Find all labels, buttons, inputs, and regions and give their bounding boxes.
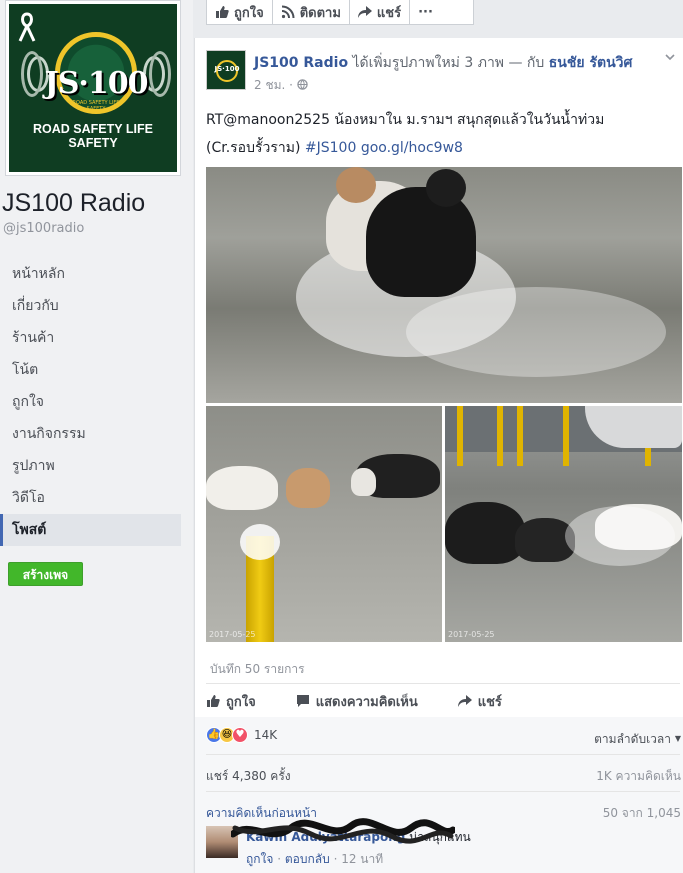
reactions-summary[interactable]: 👍 😆 ♥ 14K xyxy=(206,727,277,743)
comment-like-link[interactable]: ถูกใจ xyxy=(246,852,273,866)
post-action-text: ได้เพิ่มรูปภาพใหม่ 3 ภาพ — กับ xyxy=(352,55,545,71)
water-splash xyxy=(565,506,675,566)
post-actions: ถูกใจ แสดงความคิดเห็น แชร์ xyxy=(206,690,680,712)
follow-rss-icon xyxy=(281,5,295,19)
bollard xyxy=(457,406,463,466)
divider xyxy=(206,754,680,755)
share-arrow-icon xyxy=(357,6,372,18)
dog xyxy=(286,468,330,508)
nav-item-videos[interactable]: วิดีโอ xyxy=(0,482,181,514)
post-options-chevron-icon[interactable] xyxy=(665,52,675,62)
post-share-label: แชร์ xyxy=(477,694,502,710)
reaction-count: 14K xyxy=(254,728,278,742)
caret-down-icon: ▼ xyxy=(674,734,681,743)
post-card: JS·100 JS100 Radio ได้เพิ่มรูปภาพใหม่ 3 … xyxy=(194,38,683,873)
black-dog-head xyxy=(426,169,466,207)
post-author-name[interactable]: JS100 Radio xyxy=(254,55,348,71)
water-splash xyxy=(406,287,666,377)
saves-count[interactable]: บันทึก 50 รายการ xyxy=(210,660,305,679)
page-like-label: ถูกใจ xyxy=(234,5,264,21)
post-body-text: RT@manoon2525 น้องหมาใน ม.รามฯ สนุกสุดแล… xyxy=(206,106,676,162)
cover-slogan: ROAD SAFETY LIFE SAFETY xyxy=(33,122,153,150)
post-photo-2[interactable]: 2017-05-25 xyxy=(206,406,442,642)
avatar-logo-text: JS·100 xyxy=(214,65,240,73)
nav-item-posts[interactable]: โพสต์ xyxy=(0,514,181,546)
page-profile-picture[interactable]: JS·100 ROAD SAFETY LIFE SAFETY ROAD SAFE… xyxy=(5,0,181,176)
js100-logo: JS·100 ROAD SAFETY LIFE SAFETY ROAD SAFE… xyxy=(9,4,177,172)
share-arrow-icon xyxy=(457,695,472,707)
dog xyxy=(206,466,278,510)
post-text-line-1: RT@manoon2525 น้องหมาใน ม.รามฯ สนุกสุดแล… xyxy=(206,112,605,128)
shares-count[interactable]: แชร์ 4,380 ครั้ง xyxy=(206,767,291,786)
more-dots-icon: ··· xyxy=(418,4,433,20)
nav-item-shop[interactable]: ร้านค้า xyxy=(0,322,181,354)
bollard xyxy=(497,406,503,466)
thumbs-up-icon xyxy=(207,695,220,707)
comment-bubble-icon xyxy=(296,695,309,707)
photo-timestamp: 2017-05-25 xyxy=(448,630,495,639)
nav-item-photos[interactable]: รูปภาพ xyxy=(0,450,181,482)
nav-item-home[interactable]: หน้าหลัก xyxy=(0,258,181,290)
nav-item-events[interactable]: งานกิจกรรม xyxy=(0,418,181,450)
divider xyxy=(206,791,680,792)
post-meta: 2 ชม. · xyxy=(254,76,308,95)
post-separator: · xyxy=(289,78,297,92)
create-page-button[interactable]: สร้างเพจ xyxy=(8,562,83,586)
post-comment-label: แสดงความคิดเห็น xyxy=(315,694,418,710)
dot-separator: · xyxy=(277,852,285,866)
page-name[interactable]: JS100 Radio xyxy=(2,189,145,218)
nav-item-notes[interactable]: โน้ต xyxy=(0,354,181,386)
post-text-line-2: (Cr.รอบรั้วราม) #JS100 goo.gl/hoc9w8 xyxy=(206,134,676,162)
dog xyxy=(351,468,376,496)
comments-pager: 50 จาก 1,045 xyxy=(602,806,681,820)
page-more-button[interactable]: ··· xyxy=(410,0,441,24)
thumbs-up-icon xyxy=(216,6,229,18)
white-dog-head xyxy=(336,167,376,203)
bollard xyxy=(517,406,523,466)
post-credit: (Cr.รอบรั้วราม) xyxy=(206,140,301,156)
page-like-button[interactable]: ถูกใจ xyxy=(207,0,273,24)
sort-label: ตามลำดับเวลา xyxy=(594,732,672,746)
photo-timestamp: 2017-05-25 xyxy=(209,630,256,639)
comments-count[interactable]: 1K ความคิดเห็น xyxy=(596,767,681,786)
mourning-ribbon-icon xyxy=(18,12,36,42)
post-hashtag[interactable]: #JS100 xyxy=(305,140,356,156)
post-timestamp[interactable]: 2 ชม. xyxy=(254,78,285,92)
comment-actions: ถูกใจ · ตอบกลับ · 12 นาที xyxy=(246,850,383,869)
page-follow-label: ติดตาม xyxy=(299,5,341,21)
dog xyxy=(445,502,525,564)
post-author-avatar[interactable]: JS·100 xyxy=(206,50,246,90)
bollard xyxy=(563,406,569,466)
post-share-button[interactable]: แชร์ xyxy=(457,690,502,712)
page-follow-button[interactable]: ติดตาม xyxy=(273,0,350,24)
post-photo-3[interactable]: 2017-05-25 xyxy=(445,406,682,642)
pole-cap xyxy=(240,524,280,560)
love-reaction-icon: ♥ xyxy=(232,727,248,743)
comment-sort-dropdown[interactable]: ตามลำดับเวลา ▼ xyxy=(594,730,681,749)
redaction-scribble xyxy=(231,818,455,844)
page-share-button[interactable]: แชร์ xyxy=(350,0,411,24)
post-photo-main[interactable] xyxy=(206,167,682,403)
left-sidebar: JS·100 ROAD SAFETY LIFE SAFETY ROAD SAFE… xyxy=(0,0,193,873)
nav-item-likes[interactable]: ถูกใจ xyxy=(0,386,181,418)
post-header: JS100 Radio ได้เพิ่มรูปภาพใหม่ 3 ภาพ — ก… xyxy=(254,52,632,74)
nav-item-about[interactable]: เกี่ยวกับ xyxy=(0,290,181,322)
post-like-label: ถูกใจ xyxy=(226,694,256,710)
post-link[interactable]: goo.gl/hoc9w8 xyxy=(361,140,463,156)
logo-text: JS·100 xyxy=(44,66,149,101)
post-like-button[interactable]: ถูกใจ xyxy=(206,690,256,712)
page-nav: หน้าหลัก เกี่ยวกับ ร้านค้า โน้ต ถูกใจ งา… xyxy=(0,258,181,546)
post-comment-button[interactable]: แสดงความคิดเห็น xyxy=(296,690,418,712)
page-action-bar: ถูกใจ ติดตาม แชร์ ··· xyxy=(206,0,474,25)
logo-subtext: ROAD SAFETY LIFE SAFETY xyxy=(72,100,120,112)
post-tagged-person[interactable]: ธนชัย รัตนวิศ xyxy=(549,55,633,71)
page-handle[interactable]: @js100radio xyxy=(3,221,84,236)
page-share-label: แชร์ xyxy=(376,5,402,21)
comment-reply-link[interactable]: ตอบกลับ xyxy=(285,852,330,866)
comment-timestamp[interactable]: 12 นาที xyxy=(341,852,383,866)
black-dog xyxy=(366,187,476,297)
divider xyxy=(206,683,680,684)
globe-icon[interactable] xyxy=(297,79,308,90)
